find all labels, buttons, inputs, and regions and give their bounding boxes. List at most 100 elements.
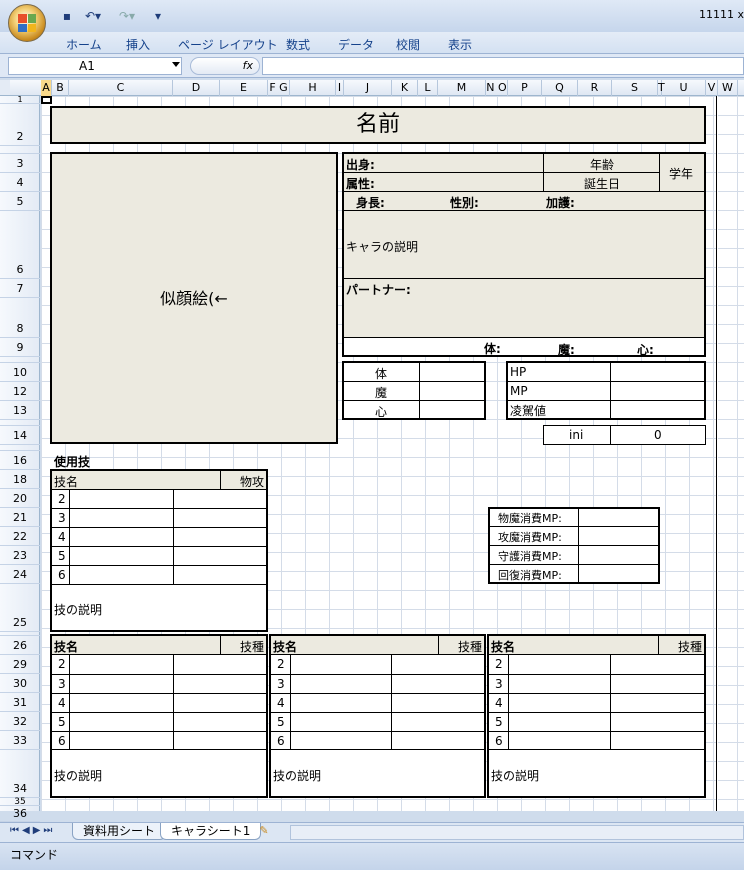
skill-description-label: 技の説明: [54, 769, 103, 783]
skill-type-header: 技種: [240, 640, 265, 654]
row-header[interactable]: 31: [0, 693, 40, 712]
tab-scroll-icons[interactable]: ⏮◀▶⏭: [10, 825, 55, 836]
row-num: 3: [277, 677, 285, 691]
row-header[interactable]: 34: [0, 750, 40, 798]
tab-view[interactable]: 表示: [448, 36, 472, 53]
row-num: 4: [277, 696, 285, 710]
row-header[interactable]: 35: [0, 798, 40, 807]
row-header[interactable]: 29: [0, 655, 40, 674]
row-header[interactable]: 30: [0, 674, 40, 693]
tab-page-layout[interactable]: ページ レイアウト: [178, 36, 278, 53]
row-header[interactable]: 14: [0, 426, 40, 445]
skill-name-header: 技名: [273, 640, 298, 654]
column-header[interactable]: V: [706, 80, 718, 96]
row-header[interactable]: 2: [0, 104, 40, 146]
row-header[interactable]: 18: [0, 470, 40, 489]
age-label: 年齢: [590, 158, 615, 172]
customize-qa-icon[interactable]: ▾: [152, 7, 164, 25]
horizontal-scrollbar[interactable]: [290, 825, 744, 840]
tab-review[interactable]: 校閲: [396, 36, 420, 53]
row-header[interactable]: [0, 146, 40, 154]
row-num: 2: [58, 492, 66, 506]
row-header[interactable]: 9: [0, 338, 40, 357]
column-header[interactable]: W: [718, 80, 738, 96]
mp-cost-label: 守護消費MP:: [498, 550, 562, 563]
row-header[interactable]: 33: [0, 731, 40, 750]
column-header[interactable]: C: [69, 80, 173, 96]
row-header[interactable]: 16: [0, 451, 40, 470]
row-header[interactable]: 26: [0, 636, 40, 655]
mp-label: MP: [510, 384, 528, 398]
row-num: 4: [58, 696, 66, 710]
row-header[interactable]: 23: [0, 546, 40, 565]
column-header[interactable]: F G: [268, 80, 290, 96]
row-header[interactable]: 4: [0, 173, 40, 192]
skill-name-header: 技名: [54, 475, 79, 489]
column-header[interactable]: M: [438, 80, 486, 96]
ini-box: [543, 425, 706, 445]
column-header[interactable]: A: [41, 80, 52, 96]
column-header[interactable]: L: [418, 80, 438, 96]
column-header[interactable]: B: [52, 80, 69, 96]
row-header[interactable]: 13: [0, 401, 40, 420]
tab-home[interactable]: ホーム: [66, 36, 102, 53]
column-header[interactable]: P: [508, 80, 542, 96]
column-header[interactable]: J: [344, 80, 392, 96]
phys-mag-header: 物攻: [240, 475, 265, 489]
sheet-tab-character[interactable]: キャラシート1: [160, 823, 262, 840]
row-header[interactable]: 3: [0, 154, 40, 173]
portrait-box[interactable]: 似顔絵(←: [50, 152, 338, 444]
column-header[interactable]: S: [612, 80, 658, 96]
formula-input[interactable]: [262, 57, 744, 75]
sheet-tab-reference[interactable]: 資料用シート: [72, 823, 167, 840]
stats-table: [342, 361, 486, 420]
tab-data[interactable]: データ: [338, 36, 374, 53]
name-box[interactable]: A1: [8, 57, 182, 75]
column-header[interactable]: N O: [486, 80, 508, 96]
insert-sheet-icon[interactable]: ✎: [252, 824, 276, 840]
row-header[interactable]: 8: [0, 298, 40, 338]
column-header[interactable]: I: [336, 80, 344, 96]
row-num: 3: [58, 511, 66, 525]
row-header[interactable]: 22: [0, 527, 40, 546]
name-box-dropdown-icon[interactable]: [172, 62, 180, 67]
column-header[interactable]: E: [220, 80, 268, 96]
row-header[interactable]: 1: [0, 96, 40, 104]
row-header[interactable]: 12: [0, 382, 40, 401]
row-header[interactable]: 20: [0, 489, 40, 508]
row-header[interactable]: 21: [0, 508, 40, 527]
row-header[interactable]: 36: [0, 806, 40, 822]
row-num: 5: [58, 715, 66, 729]
height-label: 身長:: [356, 196, 385, 210]
column-header[interactable]: Q: [542, 80, 578, 96]
insert-function-button[interactable]: fx: [190, 57, 260, 75]
row-header[interactable]: 5: [0, 192, 40, 211]
row-header[interactable]: 7: [0, 279, 40, 298]
row-num: 6: [277, 734, 285, 748]
column-header[interactable]: D: [173, 80, 220, 96]
row-header[interactable]: 10: [0, 363, 40, 382]
partner-label: パートナー:: [346, 283, 411, 297]
ini-value: 0: [654, 428, 662, 442]
office-button[interactable]: [8, 4, 46, 42]
column-header[interactable]: K: [392, 80, 418, 96]
column-header[interactable]: U: [662, 80, 706, 96]
row-header[interactable]: 6: [0, 211, 40, 279]
redo-icon[interactable]: ↷▾: [112, 7, 142, 25]
row-num: 4: [58, 530, 66, 544]
tab-insert[interactable]: 挿入: [126, 36, 150, 53]
name-title[interactable]: 名前: [50, 106, 706, 144]
save-icon[interactable]: ▪: [58, 7, 76, 25]
column-header[interactable]: H: [290, 80, 336, 96]
row-header[interactable]: 24: [0, 565, 40, 584]
ini-label: ini: [569, 428, 584, 442]
row-header[interactable]: 32: [0, 712, 40, 731]
column-header[interactable]: R: [578, 80, 612, 96]
active-cell[interactable]: [41, 96, 52, 104]
tab-formulas[interactable]: 数式: [286, 36, 310, 53]
status-bar: [0, 842, 744, 870]
row-header[interactable]: 25: [0, 584, 40, 632]
mp-cost-label: 回復消費MP:: [498, 569, 562, 582]
undo-icon[interactable]: ↶▾: [80, 7, 106, 25]
row-num: 6: [58, 568, 66, 582]
